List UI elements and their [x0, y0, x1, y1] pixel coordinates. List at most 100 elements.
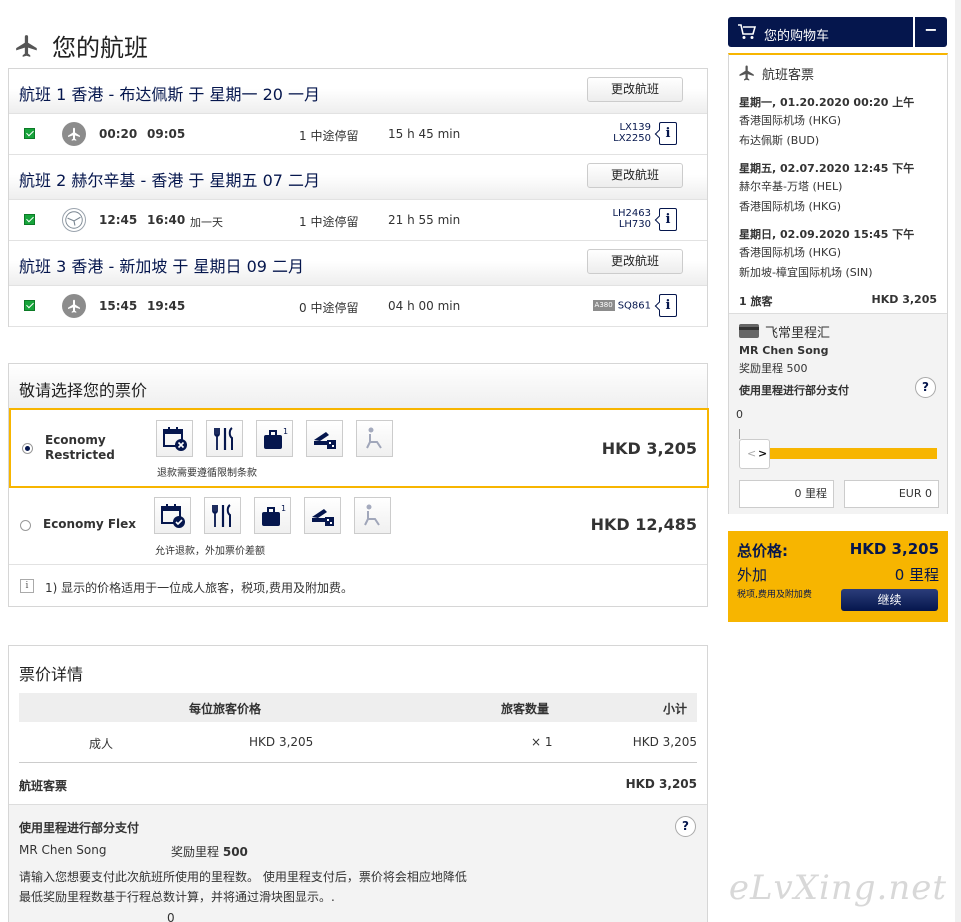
- fare-option-economy-restricted[interactable]: Economy Restricted 1 退款需要遵循限制条款 HKD 3,205: [9, 408, 709, 488]
- seat-selection-icon[interactable]: [306, 420, 343, 457]
- duration: 15 h 45 min: [388, 127, 461, 141]
- baggage-icon[interactable]: 1: [254, 497, 291, 534]
- flight-3-row[interactable]: 15:45 19:45 0 中途停留 04 h 00 min A380 SQ861…: [9, 285, 707, 327]
- totals-panel: 总价格: HKD 3,205 外加 0 里程 税项,费用及附加费 继续: [728, 531, 948, 622]
- flight-1-row[interactable]: 00:20 09:05 1 中途停留 15 h 45 min LX139 LX22…: [9, 113, 707, 155]
- eur-input[interactable]: EUR 0: [844, 480, 939, 508]
- fare-note: 允许退款，外加票价差额: [155, 546, 265, 557]
- total-label: 总价格:: [737, 542, 788, 560]
- miles-title: 使用里程进行部分支付: [19, 821, 140, 835]
- fare-footnote-row: i 1) 显示的价格适用于一位成人旅客，税项,费用及附加费。: [9, 564, 707, 606]
- airplane-icon: [739, 65, 754, 81]
- fare-footnote: 1) 显示的价格适用于一位成人旅客，税项,费用及附加费。: [45, 581, 353, 595]
- baggage-icon[interactable]: 1: [256, 420, 293, 457]
- tax-note: 税项,费用及附加费: [737, 590, 812, 600]
- col-subtotal: 小计: [662, 702, 687, 716]
- refund-allowed-icon[interactable]: [154, 497, 191, 534]
- extra-label: 外加: [737, 566, 768, 584]
- help-icon[interactable]: ?: [915, 377, 936, 398]
- crane-logo-icon: [62, 208, 86, 232]
- fare-option-economy-flex[interactable]: Economy Flex 1 允许退款，外加票价差额 HKD 12,485: [9, 490, 707, 562]
- meal-icon[interactable]: [204, 497, 241, 534]
- airplane-icon: [62, 122, 86, 146]
- cart-panel: 航班客票 星期一, 01.20.2020 00:20 上午 香港国际机场 (HK…: [728, 53, 948, 514]
- selected-checkbox[interactable]: [24, 214, 35, 225]
- airplane-icon: [16, 34, 37, 57]
- flight-1-header: 航班 1 香港 - 布达佩斯 于 星期一 20 一月 更改航班: [9, 69, 707, 113]
- cart-header[interactable]: 您的购物车: [728, 17, 913, 47]
- selected-checkbox[interactable]: [24, 300, 35, 311]
- col-price: 每位旅客价格: [189, 702, 262, 716]
- miles-member: MR Chen Song: [19, 843, 107, 857]
- details-miles-section: 使用里程进行部分支付 ? MR Chen Song 奖励里程 500 请输入您想…: [9, 804, 707, 922]
- extra-value: 0 里程: [894, 566, 939, 584]
- stops: 0 中途停留: [299, 301, 359, 315]
- fare-features: 1: [154, 497, 391, 534]
- departure-time: 00:20: [99, 127, 138, 141]
- no-refund-icon[interactable]: [156, 420, 193, 457]
- details-heading: 票价详情: [19, 665, 84, 684]
- cart-leg-2-from: 赫尔辛基-万塔 (HEL): [739, 180, 843, 193]
- miles-card-icon: [739, 324, 759, 338]
- miles-slider[interactable]: < >: [739, 429, 937, 479]
- cart-tickets-title: 航班客票: [762, 68, 815, 83]
- cart-award-miles: 奖励里程 500: [739, 362, 808, 375]
- cart-member: MR Chen Song: [739, 344, 829, 357]
- lounge-seat-icon[interactable]: [356, 420, 393, 457]
- fare-features: 1: [156, 420, 393, 457]
- departure-time: 12:45: [99, 213, 138, 227]
- meal-icon[interactable]: [206, 420, 243, 457]
- flight-3-title: 航班 3 香港 - 新加坡 于 星期日 09 二月: [19, 257, 305, 276]
- info-icon[interactable]: i: [659, 208, 677, 231]
- fare-price: HKD 3,205: [601, 439, 697, 458]
- duration: 21 h 55 min: [388, 213, 461, 227]
- change-flight-2-button[interactable]: 更改航班: [587, 163, 683, 188]
- cart-partial-pay: 使用里程进行部分支付: [739, 384, 849, 397]
- fare-radio[interactable]: [22, 443, 33, 454]
- fare-radio[interactable]: [20, 520, 31, 531]
- miles-input[interactable]: 0 里程: [739, 480, 834, 508]
- flights-panel: 航班 1 香港 - 布达佩斯 于 星期一 20 一月 更改航班 00:20 09…: [8, 68, 708, 327]
- change-flight-3-button[interactable]: 更改航班: [587, 249, 683, 274]
- cart-minimize-button[interactable]: −: [915, 17, 947, 47]
- flight-numbers: A380 SQ861: [592, 300, 651, 312]
- slider-bar[interactable]: [769, 448, 937, 459]
- stops: 1 中途停留: [299, 129, 359, 143]
- arrival-time: 09:05: [147, 127, 186, 141]
- watermark: eLvXing.net: [728, 868, 947, 908]
- cart-leg-1-to: 布达佩斯 (BUD): [739, 134, 820, 147]
- slider-handle[interactable]: < >: [739, 439, 770, 469]
- fare-name: Economy Flex: [43, 517, 137, 531]
- svg-text:1: 1: [281, 504, 286, 513]
- change-flight-1-button[interactable]: 更改航班: [587, 77, 683, 102]
- flight-2-header: 航班 2 赫尔辛基 - 香港 于 星期五 07 二月 更改航班: [9, 155, 707, 199]
- flight-numbers: LH2463 LH730: [612, 208, 651, 230]
- fare-price: HKD 12,485: [590, 515, 697, 534]
- cart-leg-2-to: 香港国际机场 (HKG): [739, 200, 842, 213]
- miles-zero: 0: [167, 911, 175, 922]
- miles-program: 飞常里程汇: [765, 326, 831, 341]
- departure-time: 15:45: [99, 299, 138, 313]
- details-total-row: 航班客票 HKD 3,205: [19, 777, 697, 793]
- slider-track-start: [739, 429, 740, 439]
- fare-details-panel: 票价详情 每位旅客价格 旅客数量 小计 成人 HKD 3,205 × 1 HKD…: [8, 645, 708, 922]
- flight-numbers: LX139 LX2250: [613, 122, 651, 144]
- flight-1-title: 航班 1 香港 - 布达佩斯 于 星期一 20 一月: [19, 85, 321, 104]
- info-icon[interactable]: i: [659, 294, 677, 317]
- miles-desc-1: 请输入您想要支付此次航班所使用的里程数。 使用里程支付后，票价将会相应地降低: [19, 870, 467, 884]
- info-icon[interactable]: i: [659, 122, 677, 145]
- continue-button[interactable]: 继续: [841, 589, 938, 611]
- cart-miles-section: 飞常里程汇 MR Chen Song 奖励里程 500 使用里程进行部分支付 ?…: [729, 313, 947, 514]
- flight-2-row[interactable]: 12:45 16:40 加一天 1 中途停留 21 h 55 min LH246…: [9, 199, 707, 241]
- flight-2-title: 航班 2 赫尔辛基 - 香港 于 星期五 07 二月: [19, 171, 321, 190]
- arrival-time: 16:40: [147, 213, 186, 227]
- lounge-seat-icon[interactable]: [354, 497, 391, 534]
- svg-text:1: 1: [283, 427, 288, 436]
- selected-checkbox[interactable]: [24, 128, 35, 139]
- plus-day: 加一天: [190, 216, 223, 229]
- scrollbar[interactable]: [955, 0, 961, 922]
- help-icon[interactable]: ?: [675, 816, 696, 837]
- seat-selection-icon[interactable]: [304, 497, 341, 534]
- airplane-icon: [62, 294, 86, 318]
- slider-zero: 0: [736, 408, 743, 421]
